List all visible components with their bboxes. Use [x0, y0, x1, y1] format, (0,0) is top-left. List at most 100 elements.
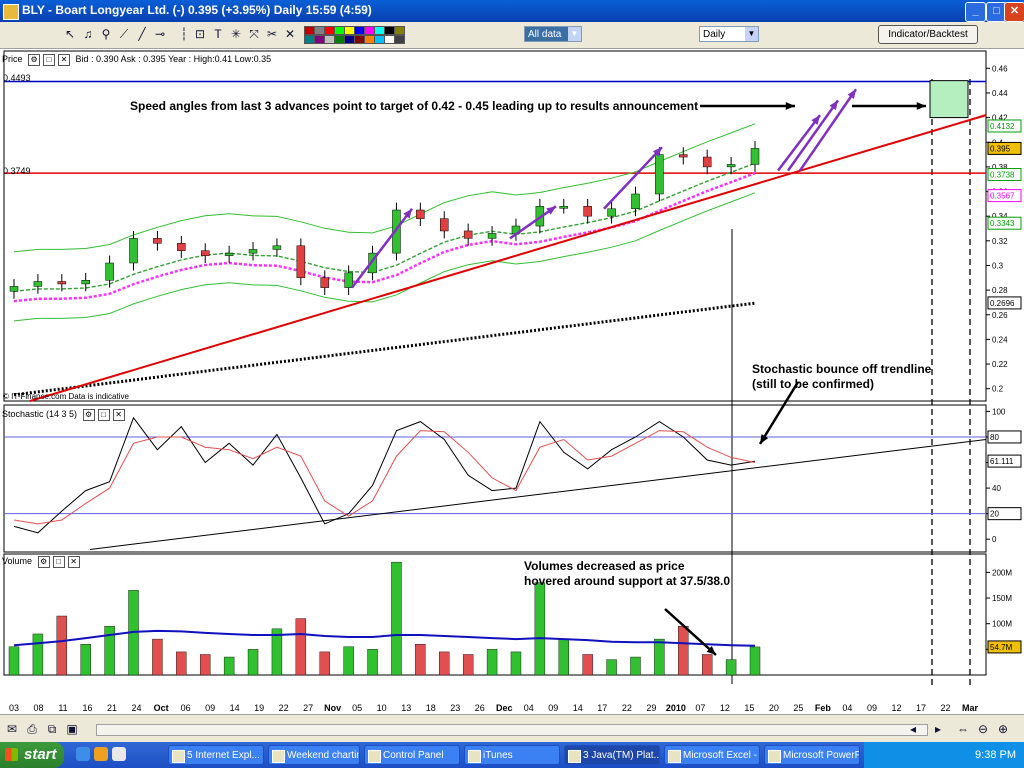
trendline-icon[interactable]: ⟋: [116, 26, 132, 42]
firefox-quicklaunch-icon[interactable]: [94, 747, 108, 761]
text-icon[interactable]: T: [210, 26, 226, 42]
candle-body: [224, 252, 234, 256]
candle-body: [33, 281, 43, 287]
x-axis-label: 29: [646, 703, 656, 713]
scroll-left-icon[interactable]: ◂: [905, 721, 921, 737]
close-pane-icon[interactable]: ✕: [58, 53, 71, 66]
desktop-quicklaunch-icon[interactable]: [112, 747, 126, 761]
tools-icon[interactable]: ✂: [264, 26, 280, 42]
volume-bar: [606, 659, 617, 676]
x-axis-label: 14: [230, 703, 240, 713]
close-button[interactable]: ✕: [1004, 2, 1024, 22]
quote-info: Bid : 0.390 Ask : 0.395 Year : High:0.41…: [75, 54, 272, 64]
pan-icon[interactable]: ⇔: [955, 721, 971, 737]
indicator-backtest-button[interactable]: Indicator/Backtest: [878, 25, 978, 44]
copy-icon[interactable]: ⧉: [44, 721, 60, 737]
minimize-button[interactable]: _: [965, 2, 986, 22]
taskbar-item-label: Weekend chartin...: [287, 750, 359, 761]
clock: 9:38 PM: [975, 749, 1016, 761]
volume-value-tag-label: 54.7M: [990, 643, 1013, 652]
bell-icon[interactable]: ♫: [80, 26, 96, 42]
taskbar-item-folder[interactable]: Weekend chartin...: [268, 745, 360, 765]
taskbar-item-excel[interactable]: Microsoft Excel - ...: [664, 745, 760, 765]
taskbar-item-control-panel[interactable]: Control Panel: [364, 745, 460, 765]
taskbar-item-itunes[interactable]: iTunes: [464, 745, 560, 765]
candle-body: [607, 208, 616, 217]
x-axis-label: 20: [769, 703, 779, 713]
candle-body: [750, 148, 760, 165]
pointer-arrow-head: [785, 102, 795, 110]
annotation-arrow: [664, 608, 717, 656]
chevron-down-icon: ▼: [745, 27, 758, 41]
volume-bar: [247, 649, 259, 676]
candle-body: [272, 245, 282, 250]
x-axis-label: 05: [352, 703, 362, 713]
app-icon: [3, 4, 19, 20]
save-icon[interactable]: ▣: [64, 721, 80, 737]
vertical-line-icon[interactable]: ┆: [176, 26, 192, 42]
x-axis-label: 16: [83, 703, 93, 713]
price-value-tag-label: 0.3738: [990, 171, 1015, 180]
volume-pane-title: Volume: [2, 556, 33, 566]
volume-bar: [152, 638, 163, 676]
pointer-icon[interactable]: ↖: [62, 26, 78, 42]
stoch-tick-label: 40: [992, 484, 1001, 493]
settings-icon[interactable]: ⚙: [37, 555, 50, 568]
data-range-select[interactable]: All data ▼: [524, 26, 582, 42]
zoom-out-icon[interactable]: ⊖: [975, 721, 991, 737]
maximize-pane-icon[interactable]: □: [97, 408, 110, 421]
print-icon[interactable]: ⎙: [24, 721, 40, 737]
gann-icon[interactable]: ✳: [228, 26, 244, 42]
price-value-tag-label: 0.395: [990, 144, 1011, 153]
price-value-tag-label: 0.2696: [990, 299, 1015, 308]
candle-body: [416, 209, 425, 219]
java-icon: [568, 750, 581, 763]
color-swatch[interactable]: [394, 35, 405, 44]
price-tick-label: 0.2: [992, 385, 1004, 394]
target-box: [929, 80, 969, 119]
fan-icon[interactable]: ⤧: [246, 26, 262, 42]
taskbar-item-java[interactable]: 3 Java(TM) Plat...: [564, 745, 660, 765]
x-axis-label: 23: [450, 703, 460, 713]
price-pane-title: Price: [2, 54, 23, 64]
ray-icon[interactable]: ╱: [134, 26, 150, 42]
x-axis-label: 11: [58, 703, 67, 713]
horizontal-scrollbar[interactable]: [96, 724, 928, 736]
x-axis-label: Nov: [324, 703, 341, 713]
x-axis-label: 22: [940, 703, 950, 713]
taskbar-item-label: Microsoft PowerP...: [783, 750, 860, 761]
stoch-tick-label: 0: [992, 535, 997, 544]
mail-icon[interactable]: ✉: [4, 721, 20, 737]
volume-bar: [725, 659, 737, 676]
x-axis-label: 25: [793, 703, 803, 713]
taskbar-item-ie[interactable]: 5 Internet Expl...: [168, 745, 264, 765]
zoom-icon[interactable]: ⚲: [98, 26, 114, 42]
maximize-pane-icon[interactable]: □: [52, 555, 65, 568]
maximize-pane-icon[interactable]: □: [43, 53, 56, 66]
windows-logo-icon: [5, 748, 18, 761]
stoch-tick-label: 100: [992, 407, 1006, 416]
taskbar-item-powerpoint[interactable]: Microsoft PowerP...: [764, 745, 860, 765]
settings-icon[interactable]: ⚙: [82, 408, 95, 421]
ie-quicklaunch-icon[interactable]: [76, 747, 90, 761]
start-button[interactable]: start: [0, 742, 64, 768]
x-axis-label: 09: [548, 703, 558, 713]
taskbar-item-label: 5 Internet Expl...: [187, 750, 260, 761]
stoch-pane-title: Stochastic (14 3 5): [2, 409, 78, 419]
close-pane-icon[interactable]: ✕: [112, 408, 125, 421]
zoom-in-icon[interactable]: ⊕: [995, 721, 1011, 737]
stoch-k-line: [13, 416, 756, 534]
x-axis-label: 27: [303, 703, 313, 713]
volume-bar: [367, 649, 378, 676]
delete-icon[interactable]: ✕: [282, 26, 298, 42]
scroll-right-icon[interactable]: ▸: [930, 721, 946, 737]
horizontal-line-icon[interactable]: ⊸: [152, 26, 168, 42]
color-swatch[interactable]: [394, 26, 405, 35]
fibonacci-icon[interactable]: ⊡: [192, 26, 208, 42]
period-select[interactable]: Daily ▼: [699, 26, 759, 42]
chart-area[interactable]: 0.460.440.420.40.380.360.340.320.30.280.…: [0, 49, 1024, 714]
volume-bar: [343, 646, 354, 676]
settings-icon[interactable]: ⚙: [28, 53, 41, 66]
close-pane-icon[interactable]: ✕: [67, 555, 80, 568]
volume-tick-label: 100M: [992, 620, 1012, 629]
